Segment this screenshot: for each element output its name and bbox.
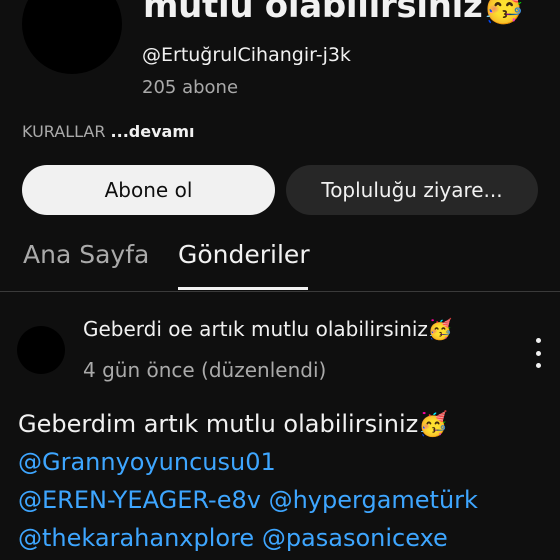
post-timestamp: 4 gün önce (düzenlendi) — [83, 358, 327, 382]
rules-label: KURALLAR — [22, 122, 106, 141]
active-tab-indicator — [178, 287, 308, 290]
more-link[interactable]: ...devamı — [111, 122, 195, 141]
mention-link[interactable]: @EREN-YEAGER-e8v — [18, 486, 261, 514]
channel-handle: @ErtuğrulCihangir-j3k — [142, 44, 351, 66]
tab-home[interactable]: Ana Sayfa — [23, 240, 149, 269]
mention-link[interactable]: @pasasonicexe — [262, 524, 448, 552]
more-options-icon[interactable] — [528, 338, 548, 368]
post-body: Geberdim artık mutlu olabilirsiniz🥳 @Gra… — [18, 405, 558, 557]
post-author-avatar[interactable] — [17, 326, 65, 374]
mention-link[interactable]: @hypergametürk — [269, 486, 478, 514]
tabs-divider — [0, 291, 560, 292]
subscriber-count: 205 abone — [142, 77, 239, 98]
tab-posts[interactable]: Gönderiler — [178, 240, 310, 269]
channel-title: mutlu olabilirsiniz🥳 — [143, 0, 525, 26]
mention-link[interactable]: @thekarahanxplore — [18, 524, 254, 552]
post-author-name[interactable]: Geberdi oe artık mutlu olabilirsiniz🥳 — [83, 317, 453, 341]
post-text: Geberdim artık mutlu olabilirsiniz🥳 — [18, 410, 449, 438]
subscribe-button[interactable]: Abone ol — [22, 165, 275, 215]
channel-avatar[interactable] — [22, 0, 122, 74]
mention-link[interactable]: @Grannyoyuncusu01 — [18, 448, 276, 476]
rules-description[interactable]: KURALLAR ...devamı — [22, 122, 194, 141]
visit-community-button[interactable]: Topluluğu ziyare... — [286, 165, 538, 215]
